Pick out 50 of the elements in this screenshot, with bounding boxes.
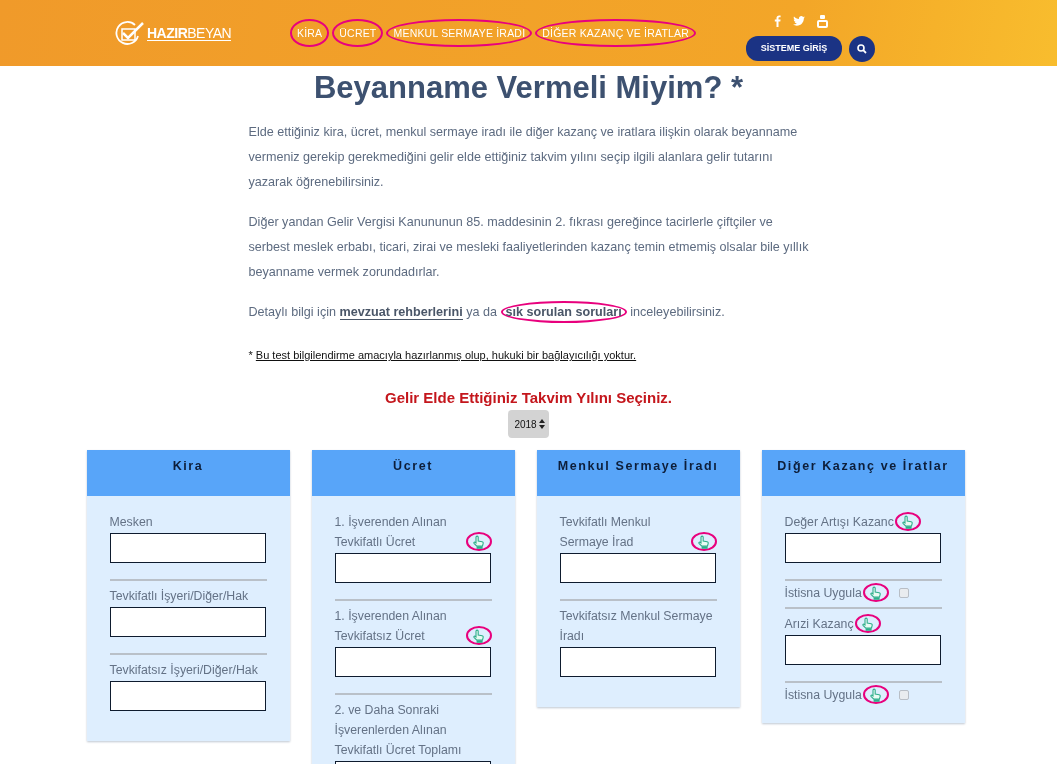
amount-field[interactable] — [109, 681, 266, 711]
field-label: Tevkifatsız Menkul Sermaye İradı — [559, 608, 714, 645]
hand-pointer-icon[interactable] — [869, 687, 883, 702]
paragraph: Detaylı bilgi için mevzuat rehberlerini ya da sık sorulan soruları inceleyebilirsiniz. — [248, 300, 809, 325]
hand-pointer-icon[interactable] — [472, 534, 485, 549]
page-title: Beyanname Vermeli Miyim? * — [314, 70, 743, 106]
hand-pointer-icon[interactable] — [901, 514, 915, 529]
paragraph: Elde ettiğiniz kira, ücret, menkul sermaye iradı ile diğer kazanç ve iratlara ilişkin olarak beyanname vermeniz gerekip gerekmediğini gelir elde ettiğiniz takvim yılını seçip ilgili alanlara gelir tutarını yazarak öğrenebilirsiniz. — [248, 124, 799, 191]
amount-field[interactable] — [109, 607, 266, 637]
field-label: Tevkifatlı İşyeri/Diğer/Hak — [109, 588, 249, 605]
hand-pointer-icon[interactable] — [861, 616, 875, 631]
checkbox[interactable] — [898, 588, 909, 598]
login-button[interactable]: SİSTEME GİRİŞ — [746, 35, 843, 61]
year-select[interactable]: 2018 — [508, 410, 549, 438]
card-title: Kira — [172, 459, 204, 475]
search-button[interactable] — [849, 35, 876, 62]
amount-field[interactable] — [559, 647, 716, 677]
amount-field[interactable] — [334, 647, 491, 677]
checkbox[interactable] — [898, 690, 909, 700]
check-logo-icon — [115, 20, 145, 46]
link[interactable]: Bu test bilgilendirme amacıyla hazırlanmış olup, hukuki bir bağlayıcılığı yoktur. — [255, 349, 637, 361]
field-label: Arızi Kazanç — [784, 616, 854, 633]
paragraph: Diğer yandan Gelir Vergisi Kanununun 85. maddesinin 2. fıkrası gereğince tacirlerle çiftçiler ve serbest meslek erbabı, ticari, zirai ve mesleki faaliyetlerinden kazanç temin etmemiş olsalar bile yıllık beyanname vermek zorundadırlar. — [248, 214, 809, 281]
logo-text: HAZIRBEYAN — [147, 25, 232, 41]
card-title: Diğer Kazanç ve İratlar — [777, 459, 949, 475]
card-title: Menkul Sermaye İradı — [557, 459, 719, 475]
field-label: Değer Artışı Kazanc — [784, 514, 894, 531]
amount-field[interactable] — [784, 533, 941, 563]
amount-field[interactable] — [109, 533, 266, 563]
hand-pointer-icon[interactable] — [869, 585, 883, 600]
amount-field[interactable] — [559, 553, 716, 583]
footnote: * Bu test bilgilendirme amacıyla hazırlanmış olup, hukuki bir bağlayıcılığı yoktur. — [248, 348, 638, 363]
field-label: İstisna Uygula — [784, 687, 862, 704]
field-label: 2. ve Daha Sonraki İşverenlerden Alınan Tevkifatlı Ücret Toplamı — [334, 702, 463, 759]
link[interactable]: mevzuat rehberlerini — [339, 305, 463, 320]
field-label: Tevkifatlı Menkul Sermaye İrad — [559, 514, 652, 551]
field-label: Mesken — [109, 514, 153, 531]
hand-pointer-icon[interactable] — [697, 534, 710, 549]
field-label: 1. İşverenden Alınan Tevkifatsız Ücret — [334, 608, 448, 645]
amount-field[interactable] — [784, 635, 941, 665]
field-label: İstisna Uygula — [784, 585, 862, 602]
amount-field[interactable] — [334, 553, 491, 583]
hand-pointer-icon[interactable] — [472, 628, 485, 643]
search-icon — [857, 43, 868, 54]
sort-arrows-icon — [538, 419, 545, 429]
year-prompt: Gelir Elde Ettiğiniz Takvim Yılını Seçiniz. — [385, 389, 672, 406]
field-label: 1. İşverenden Alınan Tevkifatlı Ücret — [334, 514, 448, 551]
link[interactable]: sık sorulan soruları — [500, 301, 627, 323]
card-title: Ücret — [393, 459, 433, 475]
field-label: Tevkifatsız İşyeri/Diğer/Hak — [109, 662, 258, 679]
